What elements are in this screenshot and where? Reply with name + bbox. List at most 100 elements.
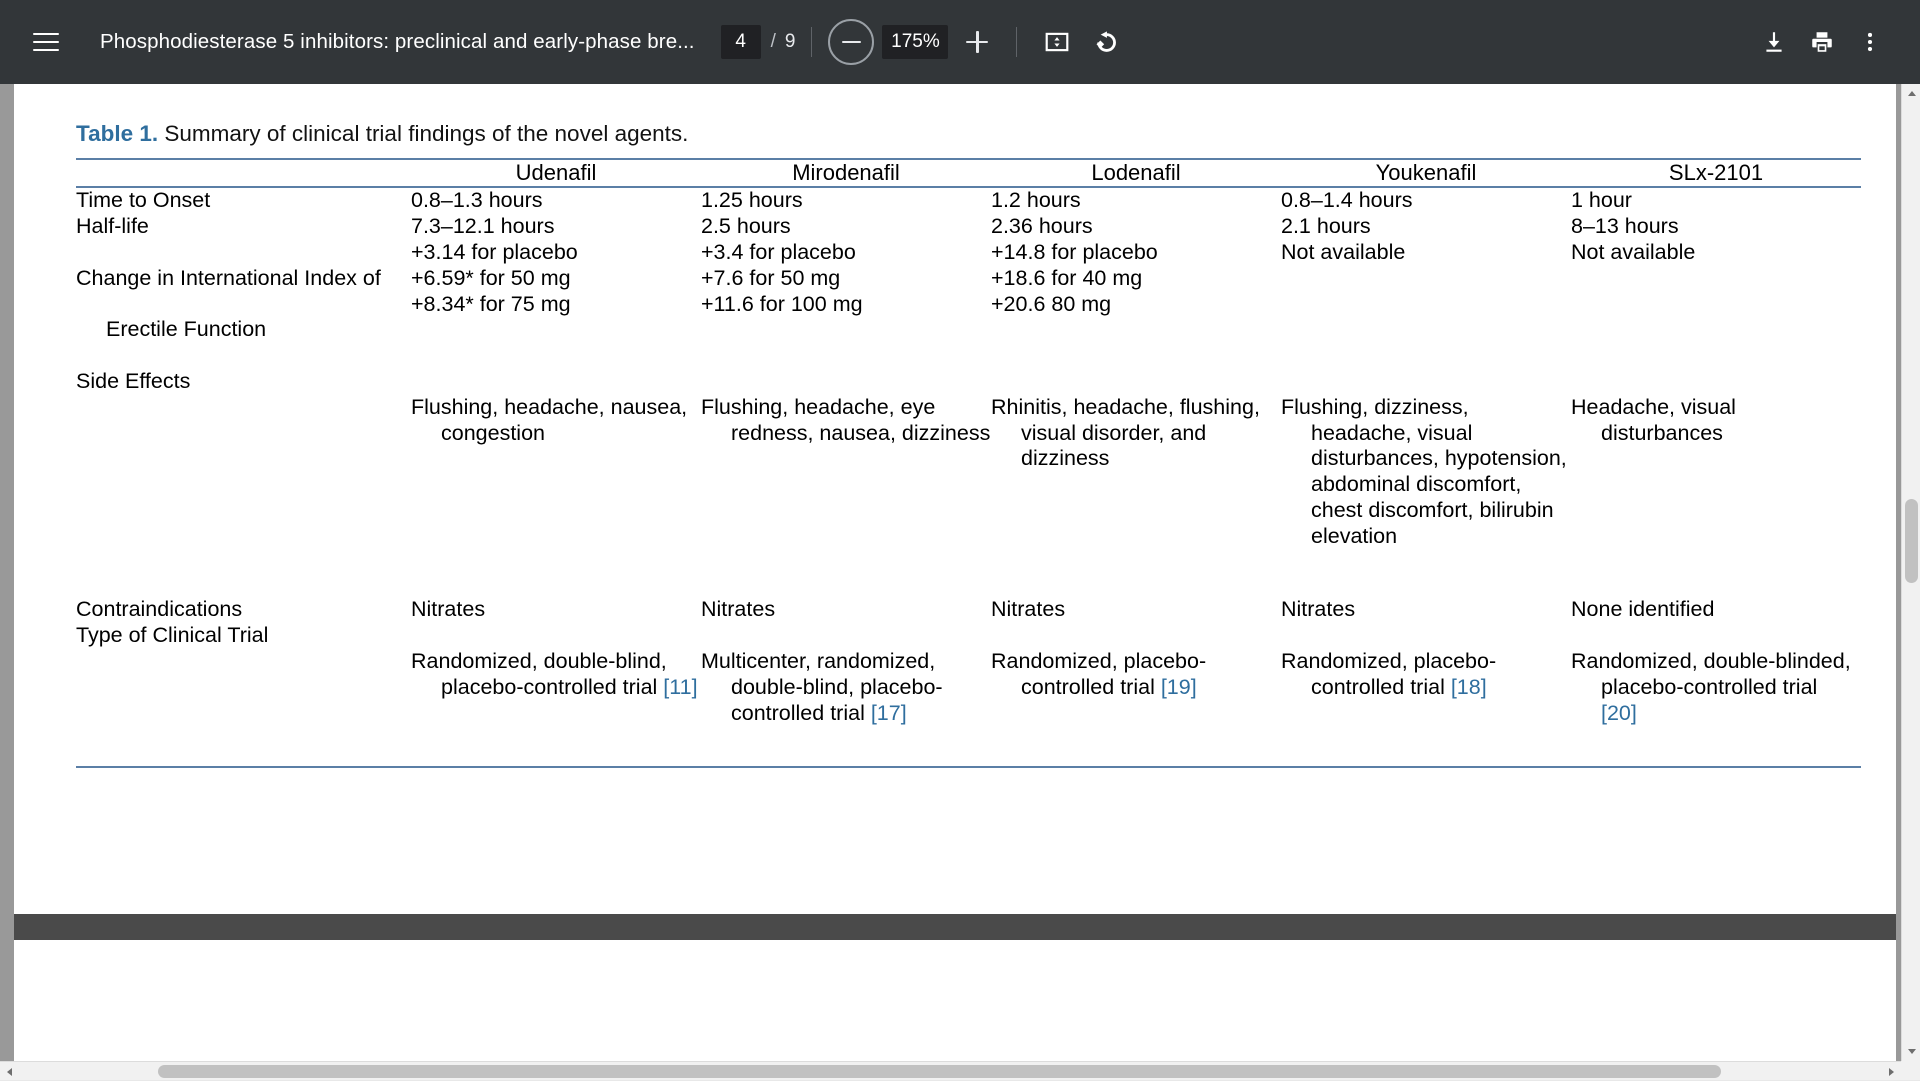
page-separator-gap — [14, 914, 1896, 940]
row-label-time-to-onset: Time to Onset — [76, 187, 411, 214]
toolbar-left-group — [0, 18, 80, 66]
kebab-menu-icon — [1857, 29, 1883, 55]
triangle-up-icon — [1908, 91, 1916, 96]
table-row: Change in International Index of Erectil… — [76, 240, 1861, 369]
scrollbar-corner — [1901, 1061, 1920, 1080]
page-separator: / — [771, 31, 776, 53]
fit-to-page-icon — [1044, 29, 1070, 55]
cell-side-effects-mirodenafil: Flushing, headache, eye redness, nausea,… — [701, 395, 991, 447]
vertical-scrollbar[interactable] — [1901, 84, 1920, 1080]
ref-lodenafil[interactable]: [19] — [1161, 675, 1197, 699]
row-label-side-effects: Side Effects — [76, 369, 411, 575]
scroll-left-button[interactable] — [0, 1062, 19, 1081]
ref-slx2101[interactable]: [20] — [1601, 701, 1637, 725]
zoom-out-button[interactable] — [828, 19, 874, 65]
vertical-scroll-thumb[interactable] — [1905, 499, 1918, 583]
row-label-contraindications: Contraindications — [76, 597, 411, 623]
ref-mirodenafil[interactable]: [17] — [871, 701, 907, 725]
pdf-toolbar: Phosphodiesterase 5 inhibitors: preclini… — [0, 0, 1920, 84]
row-label-iief-line1: Change in International Index of — [76, 266, 411, 292]
cell-halflife-udenafil: 7.3–12.1 hours — [411, 214, 701, 240]
zoom-controls: 175% — [828, 19, 1000, 65]
row-label-iief: Change in International Index of Erectil… — [76, 240, 411, 369]
pdf-viewer-area[interactable]: Table 1. Summary of clinical trial findi… — [0, 84, 1920, 1080]
table-row: Half-life 7.3–12.1 hours 2.5 hours 2.36 … — [76, 214, 1861, 240]
cell-contra-youkenafil: Nitrates — [1281, 597, 1571, 623]
toolbar-divider-1 — [811, 27, 812, 57]
cell-onset-youkenafil: 0.8–1.4 hours — [1281, 187, 1571, 214]
cell-trial-udenafil: Randomized, double-blind, placebo-contro… — [411, 649, 667, 699]
table-row: Time to Onset 0.8–1.3 hours 1.25 hours 1… — [76, 187, 1861, 214]
table-caption-label: Table 1. — [76, 121, 158, 146]
column-header-0 — [76, 159, 411, 187]
cell-contra-slx2101: None identified — [1571, 597, 1861, 623]
scroll-right-button[interactable] — [1882, 1062, 1901, 1081]
scroll-up-button[interactable] — [1902, 84, 1920, 103]
column-header-youkenafil: Youkenafil — [1281, 159, 1571, 187]
column-header-slx2101: SLx-2101 — [1571, 159, 1861, 187]
zoom-in-button[interactable] — [954, 19, 1000, 65]
triangle-right-icon — [1889, 1068, 1894, 1076]
menu-button[interactable] — [22, 18, 70, 66]
print-icon — [1809, 29, 1835, 55]
table-header-row: Udenafil Mirodenafil Lodenafil Youkenafi… — [76, 159, 1861, 187]
document-title: Phosphodiesterase 5 inhibitors: preclini… — [100, 30, 695, 54]
scroll-down-button[interactable] — [1902, 1042, 1920, 1061]
page-total: 9 — [785, 31, 796, 53]
ref-youkenafil[interactable]: [18] — [1451, 675, 1487, 699]
cell-onset-mirodenafil: 1.25 hours — [701, 187, 991, 214]
column-header-mirodenafil: Mirodenafil — [701, 159, 991, 187]
page-number-input[interactable] — [721, 25, 761, 59]
pdf-page-4: Table 1. Summary of clinical trial findi… — [14, 84, 1896, 914]
cell-trial-slx2101: Randomized, double-blinded, placebo-cont… — [1571, 649, 1851, 699]
cell-iief-mirodenafil: +3.4 for placebo +7.6 for 50 mg +11.6 fo… — [701, 240, 991, 369]
cell-iief-lodenafil: +14.8 for placebo +18.6 for 40 mg +20.6 … — [991, 240, 1281, 369]
cell-iief-slx2101: Not available — [1571, 240, 1861, 369]
table-1-container: Table 1. Summary of clinical trial findi… — [76, 121, 1866, 768]
cell-halflife-mirodenafil: 2.5 hours — [701, 214, 991, 240]
row-label-iief-line2: Erectile Function — [76, 317, 411, 343]
cell-iief-udenafil: +3.14 for placebo +6.59* for 50 mg +8.34… — [411, 240, 701, 369]
rotate-counterclockwise-button[interactable] — [1081, 18, 1129, 66]
horizontal-scrollbar[interactable] — [0, 1061, 1920, 1080]
cell-side-effects-udenafil: Flushing, headache, nausea, congestion — [411, 395, 701, 447]
cell-contra-lodenafil: Nitrates — [991, 597, 1281, 623]
column-header-udenafil: Udenafil — [411, 159, 701, 187]
cell-halflife-lodenafil: 2.36 hours — [991, 214, 1281, 240]
download-button[interactable] — [1750, 18, 1798, 66]
clinical-trial-findings-table: Udenafil Mirodenafil Lodenafil Youkenafi… — [76, 158, 1861, 768]
toolbar-divider-2 — [1016, 27, 1017, 57]
page-indicator: / 9 — [721, 25, 796, 59]
cell-side-effects-lodenafil: Rhinitis, headache, flushing, visual dis… — [991, 395, 1281, 472]
table-row: Type of Clinical Trial Randomized, doubl… — [76, 623, 1861, 767]
table-caption: Table 1. Summary of clinical trial findi… — [76, 121, 1866, 147]
fit-to-page-button[interactable] — [1033, 18, 1081, 66]
column-header-lodenafil: Lodenafil — [991, 159, 1281, 187]
toolbar-center-group: Phosphodiesterase 5 inhibitors: preclini… — [80, 18, 1750, 66]
cell-halflife-youkenafil: 2.1 hours — [1281, 214, 1571, 240]
more-actions-button[interactable] — [1846, 18, 1894, 66]
cell-onset-lodenafil: 1.2 hours — [991, 187, 1281, 214]
toolbar-right-group — [1750, 18, 1920, 66]
triangle-left-icon — [7, 1068, 12, 1076]
table-row: Side Effects Flushing, headache, nausea,… — [76, 369, 1861, 575]
print-button[interactable] — [1798, 18, 1846, 66]
zoom-level-value[interactable]: 175% — [882, 25, 948, 59]
cell-onset-slx2101: 1 hour — [1571, 187, 1861, 214]
cell-contra-udenafil: Nitrates — [411, 597, 701, 623]
row-label-trial-type: Type of Clinical Trial — [76, 623, 411, 767]
table-spacer-row — [76, 575, 1861, 597]
horizontal-scroll-thumb[interactable] — [158, 1065, 1721, 1078]
cell-contra-mirodenafil: Nitrates — [701, 597, 991, 623]
cell-side-effects-slx2101: Headache, visual disturbances — [1571, 395, 1861, 447]
cell-halflife-slx2101: 8–13 hours — [1571, 214, 1861, 240]
cell-onset-udenafil: 0.8–1.3 hours — [411, 187, 701, 214]
ref-udenafil[interactable]: [11] — [663, 675, 697, 699]
minus-icon — [842, 41, 861, 44]
row-label-half-life: Half-life — [76, 214, 411, 240]
cell-iief-youkenafil: Not available — [1281, 240, 1571, 369]
table-caption-text: Summary of clinical trial findings of th… — [164, 121, 688, 146]
pdf-page-5 — [14, 940, 1896, 1080]
download-icon — [1761, 29, 1787, 55]
plus-icon — [966, 31, 988, 53]
